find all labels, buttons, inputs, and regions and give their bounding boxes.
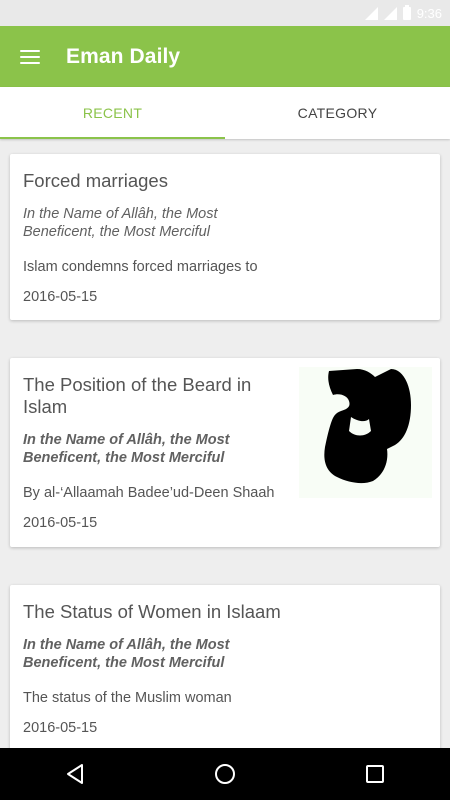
article-date: 2016-05-15 (23, 720, 98, 736)
app-title: Eman Daily (66, 44, 181, 68)
article-card-body: Forced marriages In the Name of Allâh, t… (23, 170, 423, 306)
article-title: The Position of the Beard in Islam (23, 374, 252, 417)
cell-signal-icon (383, 6, 397, 20)
status-icons: 9:36 (364, 4, 442, 22)
wifi-signal-icon (364, 6, 378, 20)
article-title: The Status of Women in Islaam (23, 601, 281, 622)
home-button[interactable] (205, 754, 245, 794)
article-card-body: The Position of the Beard in Islam In th… (23, 374, 291, 532)
tab-category[interactable]: CATEGORY (225, 87, 450, 139)
article-card[interactable]: The Status of Women in Islaam In the Nam… (10, 585, 440, 748)
article-date: 2016-05-15 (23, 289, 98, 305)
article-intro: In the Name of Allâh, the Most Beneficen… (23, 432, 230, 466)
status-time: 9:36 (416, 5, 442, 21)
article-intro: In the Name of Allâh, the Most Beneficen… (23, 637, 230, 671)
app-bar: Eman Daily (0, 26, 450, 87)
article-snippet: The status of the Muslim woman (23, 690, 232, 706)
tab-recent[interactable]: RECENT (0, 87, 225, 139)
article-snippet: By al-‘Allaamah Badee’ud-Deen Shaah (23, 485, 275, 501)
home-circle-icon (215, 764, 235, 784)
recents-button[interactable] (355, 754, 395, 794)
recents-square-icon (366, 765, 384, 783)
tab-bar: RECENT CATEGORY (0, 87, 450, 139)
article-thumbnail (299, 367, 432, 498)
article-snippet: Islam condemns forced marriages to (23, 259, 258, 275)
article-feed[interactable]: Forced marriages In the Name of Allâh, t… (0, 139, 450, 748)
back-triangle-icon (67, 764, 83, 784)
back-button[interactable] (55, 754, 95, 794)
beard-silhouette-icon (324, 369, 411, 484)
article-title: Forced marriages (23, 170, 168, 191)
battery-icon (402, 4, 411, 20)
article-date: 2016-05-15 (23, 515, 98, 531)
article-card-body: The Status of Women in Islaam In the Nam… (23, 601, 423, 737)
system-nav-bar (0, 748, 450, 800)
article-card[interactable]: Forced marriages In the Name of Allâh, t… (10, 154, 440, 320)
hamburger-menu-icon[interactable] (20, 49, 40, 64)
status-bar: 9:36 (0, 0, 450, 26)
article-intro: In the Name of Allâh, the Most Beneficen… (23, 206, 218, 240)
article-card[interactable]: The Position of the Beard in Islam In th… (10, 358, 440, 547)
